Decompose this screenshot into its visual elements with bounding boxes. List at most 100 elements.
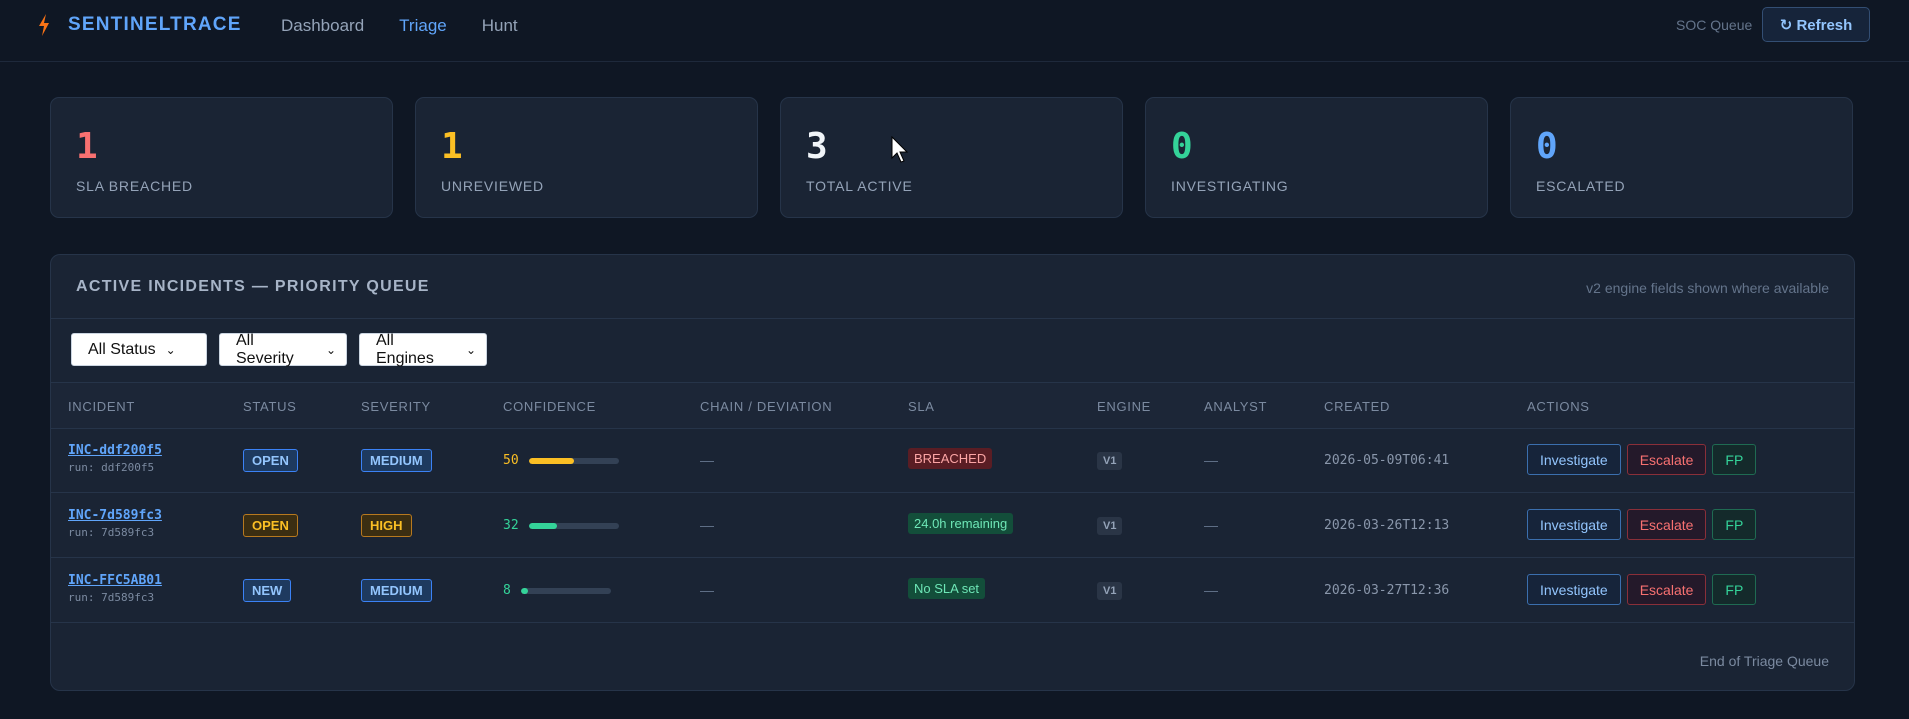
stat-value: 0 xyxy=(1171,126,1193,167)
row-actions: Investigate Escalate FP xyxy=(1527,509,1757,540)
severity-badge: MEDIUM xyxy=(361,579,432,602)
false-positive-button[interactable]: FP xyxy=(1712,574,1757,605)
false-positive-button[interactable]: FP xyxy=(1712,509,1757,540)
incident-id-link[interactable]: INC-7d589fc3 xyxy=(68,508,162,523)
col-actions: ACTIONS xyxy=(1527,399,1590,414)
confidence-value: 8 xyxy=(503,583,511,598)
mouse-cursor-icon xyxy=(891,136,909,163)
col-incident[interactable]: INCIDENT xyxy=(68,399,135,414)
queue-footer: End of Triage Queue xyxy=(1699,653,1829,669)
run-id: run: 7d589fc3 xyxy=(68,591,155,604)
status-badge: OPEN xyxy=(243,514,298,537)
panel-title: ACTIVE INCIDENTS — PRIORITY QUEUE xyxy=(76,278,430,295)
run-id: run: ddf200f5 xyxy=(68,461,155,474)
analyst: — xyxy=(1204,582,1218,598)
incident-cell: INC-7d589fc3 run: 7d589fc3 xyxy=(68,508,162,539)
status-filter-value: All Status xyxy=(88,340,156,358)
confidence-fill xyxy=(528,457,574,464)
false-positive-button[interactable]: FP xyxy=(1712,444,1757,475)
escalate-button[interactable]: Escalate xyxy=(1626,444,1707,475)
confidence-fill xyxy=(520,587,529,594)
severity-filter-select[interactable]: All Severity ⌄ xyxy=(219,331,347,367)
stat-card-investigating: 0 INVESTIGATING xyxy=(1145,97,1488,218)
queue-label: SOC Queue xyxy=(1676,17,1753,33)
chevron-down-icon: ⌄ xyxy=(465,342,476,357)
col-sla[interactable]: SLA xyxy=(908,399,935,414)
analyst: — xyxy=(1204,517,1218,533)
severity-filter-value: All Severity xyxy=(236,331,294,367)
incident-cell: INC-ddf200f5 run: ddf200f5 xyxy=(68,443,162,474)
stat-card-escalated: 0 ESCALATED xyxy=(1510,97,1853,218)
engine-filter-value: All Engines xyxy=(376,331,434,367)
lightning-icon xyxy=(39,14,49,36)
confidence-cell: 50 xyxy=(503,453,619,468)
created-timestamp: 2026-03-26T12:13 xyxy=(1324,518,1450,533)
nav-hunt[interactable]: Hunt xyxy=(482,16,518,36)
status-badge: NEW xyxy=(243,579,292,602)
stat-label: TOTAL ACTIVE xyxy=(806,178,913,194)
chain-deviation: — xyxy=(700,517,714,533)
stat-value: 1 xyxy=(76,126,98,167)
stat-label: SLA BREACHED xyxy=(76,178,193,194)
row-actions: Investigate Escalate FP xyxy=(1527,574,1757,605)
col-engine[interactable]: ENGINE xyxy=(1097,399,1151,414)
refresh-label: ↻ Refresh xyxy=(1779,16,1853,34)
status-filter-select[interactable]: All Status ⌄ xyxy=(71,333,207,366)
col-confidence[interactable]: CONFIDENCE xyxy=(503,399,596,414)
col-analyst[interactable]: ANALYST xyxy=(1204,399,1267,414)
stat-value: 1 xyxy=(441,126,463,167)
stat-value: 0 xyxy=(1536,126,1558,167)
brand-name: SENTINELTRACE xyxy=(68,14,242,35)
stat-card-unreviewed: 1 UNREVIEWED xyxy=(415,97,758,218)
investigate-button[interactable]: Investigate xyxy=(1527,574,1621,605)
chevron-down-icon: ⌄ xyxy=(325,342,336,357)
filter-bar: All Status ⌄ All Severity ⌄ All Engines … xyxy=(71,331,487,367)
created-timestamp: 2026-05-09T06:41 xyxy=(1324,453,1450,468)
stat-value: 3 xyxy=(806,126,828,167)
chevron-down-icon: ⌄ xyxy=(165,342,176,357)
panel-note: v2 engine fields shown where available xyxy=(1586,280,1829,296)
brand-logo[interactable]: SENTINELTRACE xyxy=(38,14,242,36)
created-timestamp: 2026-03-27T12:36 xyxy=(1324,583,1450,598)
escalate-button[interactable]: Escalate xyxy=(1626,509,1707,540)
investigate-button[interactable]: Investigate xyxy=(1527,444,1621,475)
run-id: run: 7d589fc3 xyxy=(68,526,155,539)
sla-badge: 24.0h remaining xyxy=(908,513,1014,534)
confidence-bar xyxy=(520,587,611,594)
engine-badge: V1 xyxy=(1097,517,1123,535)
confidence-value: 32 xyxy=(503,518,519,533)
col-chain-deviation[interactable]: CHAIN / DEVIATION xyxy=(700,399,832,414)
confidence-value: 50 xyxy=(503,453,519,468)
status-badge: OPEN xyxy=(243,449,298,472)
table-row: INC-7d589fc3 run: 7d589fc3 OPEN HIGH 32 … xyxy=(51,493,1854,558)
incidents-panel: ACTIVE INCIDENTS — PRIORITY QUEUE v2 eng… xyxy=(50,254,1855,691)
top-navbar: SENTINELTRACE Dashboard Triage Hunt SOC … xyxy=(0,0,1909,62)
col-created[interactable]: CREATED xyxy=(1324,399,1390,414)
escalate-button[interactable]: Escalate xyxy=(1626,574,1707,605)
engine-filter-select[interactable]: All Engines ⌄ xyxy=(359,331,487,367)
stat-label: UNREVIEWED xyxy=(441,178,544,194)
stat-card-total-active: 3 TOTAL ACTIVE xyxy=(780,97,1123,218)
incident-id-link[interactable]: INC-FFC5AB01 xyxy=(68,573,162,588)
col-status[interactable]: STATUS xyxy=(243,399,297,414)
severity-badge: MEDIUM xyxy=(361,449,432,472)
nav-dashboard[interactable]: Dashboard xyxy=(281,16,364,36)
confidence-bar xyxy=(528,522,619,529)
incident-id-link[interactable]: INC-ddf200f5 xyxy=(68,443,162,458)
table-header: INCIDENT STATUS SEVERITY CONFIDENCE CHAI… xyxy=(51,382,1854,429)
confidence-cell: 32 xyxy=(503,518,619,533)
main-nav: Dashboard Triage Hunt xyxy=(281,16,518,36)
confidence-bar xyxy=(528,457,619,464)
row-actions: Investigate Escalate FP xyxy=(1527,444,1757,475)
engine-badge: V1 xyxy=(1097,452,1123,470)
stat-label: INVESTIGATING xyxy=(1171,178,1289,194)
confidence-fill xyxy=(528,522,558,529)
investigate-button[interactable]: Investigate xyxy=(1527,509,1621,540)
incident-cell: INC-FFC5AB01 run: 7d589fc3 xyxy=(68,573,162,604)
nav-triage[interactable]: Triage xyxy=(399,16,447,36)
refresh-button[interactable]: ↻ Refresh xyxy=(1762,7,1870,42)
col-severity[interactable]: SEVERITY xyxy=(361,399,431,414)
confidence-cell: 8 xyxy=(503,583,611,598)
panel-header: ACTIVE INCIDENTS — PRIORITY QUEUE v2 eng… xyxy=(51,255,1854,319)
sla-badge: BREACHED xyxy=(908,448,993,469)
